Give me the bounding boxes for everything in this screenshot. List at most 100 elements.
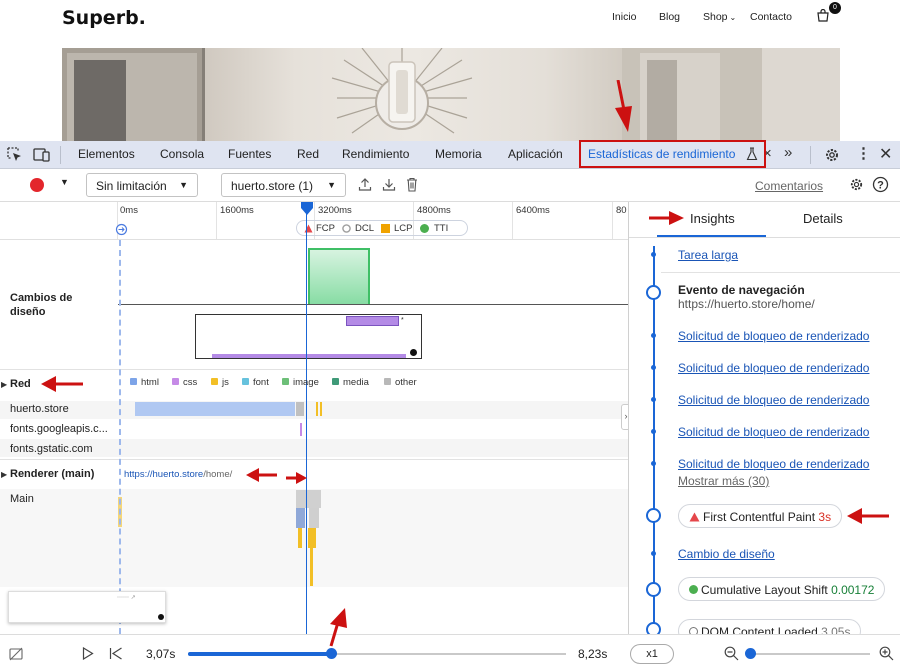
hero-image: [62, 48, 840, 141]
zoom-slider-track[interactable]: [752, 653, 870, 655]
capture-settings-gear-icon[interactable]: [849, 177, 864, 192]
expand-triangle-icon[interactable]: ▶: [1, 380, 7, 389]
screenshots-toggle-icon[interactable]: [9, 647, 23, 661]
inspect-element-icon[interactable]: [7, 147, 23, 163]
layout-shift-screenshot[interactable]: *: [195, 314, 422, 359]
renderer-url[interactable]: https://huerto.store/home/: [124, 469, 232, 480]
sidebar-toggle-chevron-icon[interactable]: ›: [621, 404, 628, 430]
tick-line: [512, 202, 513, 239]
tab-rendimiento[interactable]: Rendimiento: [342, 147, 409, 161]
legend-media-label: media: [343, 377, 369, 388]
track-label-layout-shifts[interactable]: Cambios de diseño: [10, 291, 105, 319]
lcp-square-icon: [381, 224, 390, 233]
network-request-bar[interactable]: [316, 402, 318, 416]
playhead-handle-icon[interactable]: [300, 202, 314, 216]
nav-link-inicio[interactable]: Inicio: [612, 11, 637, 23]
task-bar[interactable]: [310, 548, 313, 586]
zoom-in-icon[interactable]: [879, 646, 894, 661]
insight-layout-change[interactable]: Cambio de diseño: [678, 547, 775, 561]
insight-render-blocking[interactable]: Solicitud de bloqueo de renderizado: [678, 361, 869, 375]
tab-red[interactable]: Red: [297, 147, 319, 161]
screenshot-thumbnail[interactable]: ⋯⋯ ↗: [8, 591, 166, 623]
playback-slider-thumb[interactable]: [326, 648, 338, 659]
device-toolbar-icon[interactable]: [33, 147, 51, 163]
comments-link[interactable]: Comentarios: [755, 179, 823, 193]
insight-long-task[interactable]: Tarea larga: [678, 248, 738, 262]
task-bar[interactable]: [309, 508, 319, 528]
help-question-icon[interactable]: ?: [872, 176, 889, 193]
tab-fuentes[interactable]: Fuentes: [228, 147, 271, 161]
playback-speed-button[interactable]: x1: [630, 644, 674, 664]
track-label-renderer[interactable]: Renderer (main): [10, 468, 94, 480]
more-tabs-chevron-double-right-icon[interactable]: »: [784, 144, 792, 161]
zoom-out-icon[interactable]: [724, 646, 739, 661]
insight-render-blocking[interactable]: Solicitud de bloqueo de renderizado: [678, 425, 869, 439]
expand-triangle-icon[interactable]: ▶: [1, 470, 7, 479]
nav-link-contacto[interactable]: Contacto: [750, 11, 792, 23]
tab-aplicacion[interactable]: Aplicación: [508, 147, 563, 161]
skip-to-start-icon[interactable]: [109, 647, 123, 660]
cart-icon[interactable]: [816, 9, 830, 22]
track-label-main[interactable]: Main: [10, 493, 34, 505]
delete-trash-icon[interactable]: [406, 177, 418, 192]
record-menu-caret-icon[interactable]: ▼: [60, 177, 69, 187]
cursor-glyph: *: [401, 317, 404, 324]
track-label-network[interactable]: Red: [10, 378, 31, 390]
tick-line: [612, 202, 613, 239]
legend-image-label: image: [293, 377, 319, 388]
layout-shift-cluster[interactable]: [308, 248, 370, 305]
network-request-bar[interactable]: [296, 402, 304, 416]
tab-memoria[interactable]: Memoria: [435, 147, 482, 161]
nav-link-shop[interactable]: Shop ⌄: [703, 11, 736, 23]
nav-link-shop-label: Shop: [703, 11, 728, 23]
task-bar[interactable]: [308, 528, 316, 548]
site-logo[interactable]: Superb.: [62, 7, 146, 29]
tab-insights[interactable]: Insights: [690, 211, 735, 226]
legend-lcp: LCP: [394, 223, 413, 234]
task-bar[interactable]: [298, 528, 302, 548]
host-label[interactable]: fonts.googleapis.c...: [10, 423, 108, 435]
playback-slider-fill: [188, 652, 332, 656]
network-request-bar[interactable]: [135, 402, 295, 416]
time-ruler[interactable]: 0ms 1600ms 3200ms 4800ms 6400ms 80 FCP D…: [0, 202, 628, 240]
annotation-arrow-right-icon: [649, 211, 684, 225]
throttling-select[interactable]: Sin limitación ▼: [86, 173, 198, 197]
tick-label: 3200ms: [318, 205, 352, 216]
dcl-circle-icon: [689, 627, 698, 634]
recording-select[interactable]: huerto.store (1) ▼: [221, 173, 346, 197]
tab-details[interactable]: Details: [803, 211, 843, 226]
record-button[interactable]: [30, 178, 44, 192]
host-label[interactable]: fonts.gstatic.com: [10, 443, 93, 455]
settings-gear-icon[interactable]: [824, 147, 840, 163]
cls-chip[interactable]: Cumulative Layout Shift 0.00172: [678, 577, 886, 601]
tab-elementos[interactable]: Elementos: [78, 147, 135, 161]
upload-icon[interactable]: [358, 177, 372, 192]
show-more-link[interactable]: Mostrar más (30): [678, 474, 769, 488]
task-bar[interactable]: [296, 490, 321, 508]
annotation-arrow-left-icon: [41, 376, 83, 392]
fcp-chip[interactable]: First Contentful Paint 3s: [678, 504, 843, 528]
network-request-bar[interactable]: [300, 423, 302, 436]
tab-consola[interactable]: Consola: [160, 147, 204, 161]
navigation-marker-icon[interactable]: [115, 223, 128, 236]
close-devtools-icon[interactable]: ✕: [879, 144, 892, 164]
play-icon[interactable]: [82, 647, 94, 660]
insight-render-blocking[interactable]: Solicitud de bloqueo de renderizado: [678, 329, 869, 343]
swatch-icon: [242, 378, 249, 385]
legend-dcl: DCL: [355, 223, 375, 234]
nav-link-blog[interactable]: Blog: [659, 11, 680, 23]
host-label[interactable]: huerto.store: [10, 403, 69, 415]
insight-render-blocking[interactable]: Solicitud de bloqueo de renderizado: [678, 457, 869, 471]
dcl-chip[interactable]: DOM Content Loaded 3,05s: [678, 619, 862, 634]
network-request-bar[interactable]: [320, 402, 322, 416]
more-options-kebab-icon[interactable]: ⋮: [856, 144, 871, 162]
timeline-panel[interactable]: 0ms 1600ms 3200ms 4800ms 6400ms 80 FCP D…: [0, 202, 628, 634]
legend-css: css: [172, 377, 197, 388]
track-separator: [0, 369, 628, 370]
task-bar[interactable]: [296, 508, 305, 528]
zoom-slider-thumb[interactable]: [745, 648, 756, 659]
insight-render-blocking[interactable]: Solicitud de bloqueo de renderizado: [678, 393, 869, 407]
download-icon[interactable]: [382, 177, 396, 192]
navigation-event-url: https://huerto.store/home/: [678, 297, 815, 311]
timeline-node: [651, 461, 656, 466]
